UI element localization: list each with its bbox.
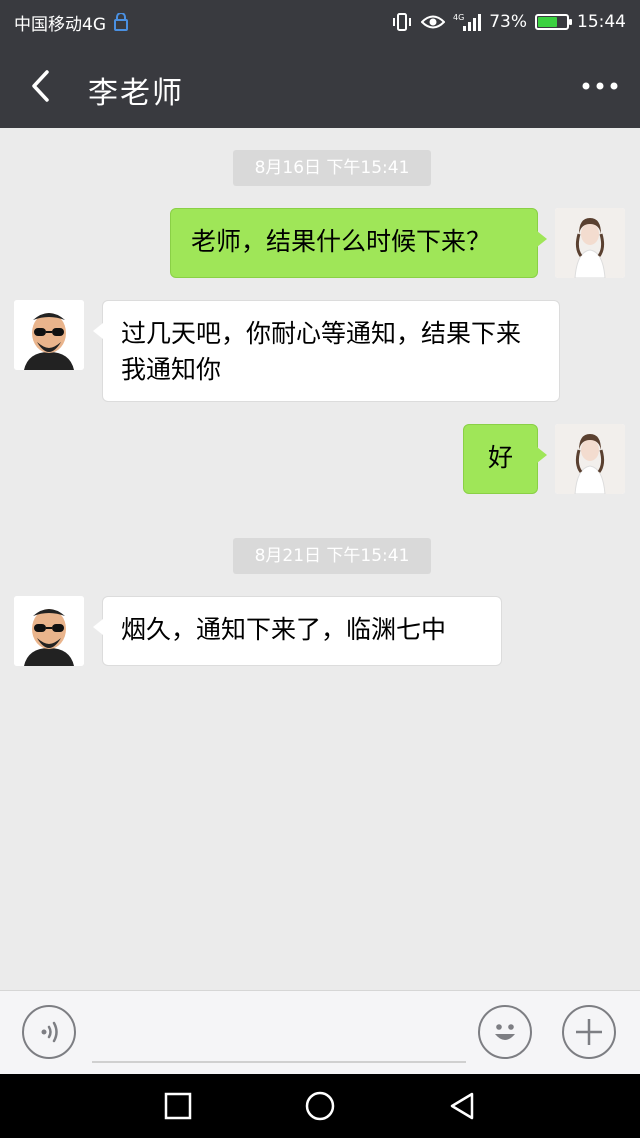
back-nav-button[interactable] bbox=[444, 1088, 480, 1124]
my-avatar-image bbox=[555, 424, 625, 494]
timestamp: 8月16日 下午15:41 bbox=[233, 150, 431, 186]
chevron-left-icon bbox=[32, 70, 49, 102]
more-icon bbox=[582, 82, 618, 90]
home-button[interactable] bbox=[302, 1088, 338, 1124]
message-bubble-outgoing[interactable]: 好 bbox=[463, 424, 547, 494]
circle-icon bbox=[305, 1091, 335, 1121]
square-icon bbox=[164, 1092, 192, 1120]
voice-icon bbox=[41, 1021, 58, 1043]
clock: 15:44 bbox=[577, 12, 626, 32]
vibrate-icon bbox=[391, 12, 413, 32]
message-list[interactable]: 8月16日 下午15:41 老师，结果什么时候下来？ 过几天吧，你耐心等通知，结… bbox=[0, 128, 640, 990]
more-functions-button[interactable] bbox=[562, 1005, 616, 1059]
chat-title: 李老师 bbox=[88, 76, 184, 111]
emoji-button[interactable] bbox=[478, 1005, 532, 1059]
my-avatar-image bbox=[555, 208, 625, 278]
battery-percent: 73% bbox=[489, 12, 527, 32]
message-bubble-incoming[interactable]: 过几天吧，你耐心等通知，结果下来我通知你 bbox=[93, 300, 560, 402]
eye-icon bbox=[421, 13, 446, 31]
signal-icon: 4G bbox=[453, 12, 482, 32]
network-type-label: 4G bbox=[453, 13, 464, 22]
teacher-avatar[interactable] bbox=[14, 596, 84, 666]
battery-icon bbox=[535, 14, 572, 30]
triangle-back-icon bbox=[450, 1092, 474, 1120]
message-input[interactable] bbox=[92, 1003, 466, 1063]
system-nav-bar bbox=[0, 1074, 640, 1138]
back-button[interactable] bbox=[20, 66, 60, 106]
battery-level bbox=[538, 17, 557, 27]
my-avatar[interactable] bbox=[555, 424, 625, 494]
timestamp: 8月21日 下午15:41 bbox=[233, 538, 431, 574]
plus-icon bbox=[576, 1019, 602, 1045]
my-avatar[interactable] bbox=[555, 208, 625, 278]
message-bubble-outgoing[interactable]: 老师，结果什么时候下来？ bbox=[170, 208, 547, 278]
teacher-avatar-image bbox=[14, 300, 84, 370]
chat-header: 李老师 bbox=[0, 44, 640, 128]
status-bar: 中国移动4G 4G 73% 15:44 bbox=[0, 0, 640, 44]
lock-icon bbox=[114, 13, 128, 31]
message-bubble-incoming[interactable]: 烟久，通知下来了，临渊七中 bbox=[93, 596, 502, 666]
recent-apps-button[interactable] bbox=[160, 1088, 196, 1124]
teacher-avatar-image bbox=[14, 596, 84, 666]
smiley-icon bbox=[495, 1024, 515, 1040]
more-options-button[interactable] bbox=[578, 68, 622, 104]
input-bar bbox=[0, 990, 640, 1074]
carrier-label: 中国移动4G bbox=[14, 14, 106, 35]
voice-input-button[interactable] bbox=[22, 1005, 76, 1059]
teacher-avatar[interactable] bbox=[14, 300, 84, 370]
